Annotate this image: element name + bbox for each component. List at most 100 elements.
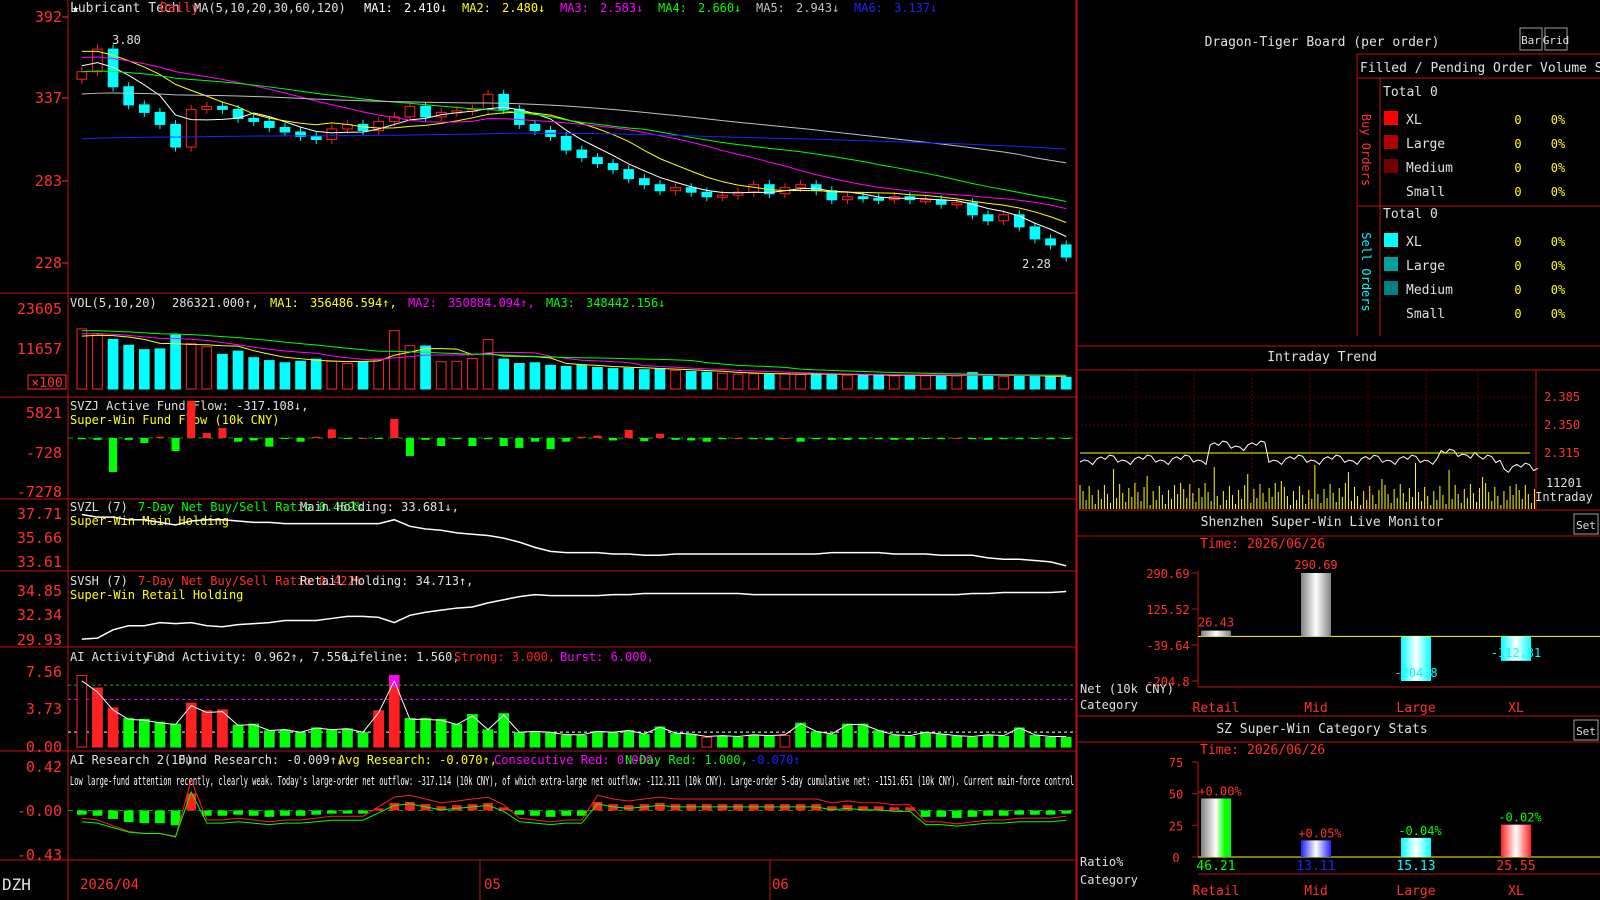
ai-active-bar (951, 736, 963, 748)
svzj-bar (812, 437, 821, 440)
svsh-axis-label: 29.93 (17, 631, 62, 649)
sell-row-pct: 0% (1551, 283, 1566, 297)
vol-bar (263, 360, 275, 390)
sell-orders-label: Sell Orders (1359, 232, 1373, 311)
vol-bar (623, 367, 635, 390)
svzj-bar (577, 436, 586, 438)
svzl-name: SVZL (7) (70, 500, 128, 514)
vol-bar (232, 350, 244, 390)
bar-mode-label[interactable]: Bar (1521, 34, 1541, 47)
svzj-bar (202, 433, 211, 438)
svzj-bar (655, 433, 664, 438)
buy-row-count: 0 (1514, 185, 1521, 199)
svzj-bar (452, 437, 461, 440)
svzj-bar (234, 437, 243, 442)
category-change-label: -0.02% (1498, 811, 1542, 825)
buy-row-label: Large (1406, 137, 1445, 152)
vol-bar (138, 349, 150, 390)
monitor-bar-label: -112.31 (1491, 646, 1542, 660)
buy-color-swatch (1384, 159, 1398, 173)
monitor-bar (1201, 630, 1231, 637)
category-bar (1401, 837, 1431, 857)
svzj-bar (374, 437, 383, 439)
grid-mode-label[interactable]: Grid (1543, 34, 1570, 47)
ai-active-bar (998, 736, 1010, 748)
vol-ma2-label: MA2: (408, 296, 437, 310)
vol-bar (498, 358, 510, 390)
sell-row-count: 0 (1514, 283, 1521, 297)
svzj-bar (124, 437, 133, 440)
ai-research-bar (920, 810, 931, 817)
ai-research-bar (326, 810, 337, 814)
brand-logo[interactable]: DZH (2, 875, 31, 894)
candle-body (123, 86, 135, 106)
svzj-bar (734, 437, 743, 439)
monitor-settings-label[interactable]: Set (1576, 519, 1596, 532)
vol-bar (310, 358, 322, 390)
candle-body (607, 163, 619, 171)
monitor-category-label: Mid (1304, 701, 1327, 716)
svzj-bar (905, 437, 914, 440)
category-name-label: Large (1396, 884, 1435, 899)
ai-research-bar (655, 803, 665, 811)
ai-research-bar (311, 810, 322, 815)
category-name-label: XL (1508, 884, 1524, 899)
svzj-bar (218, 428, 227, 438)
candle-body (310, 135, 322, 141)
ai-research-bar (405, 802, 415, 811)
price-axis-label: 228 (35, 254, 62, 272)
svzj-bar (874, 437, 883, 440)
candle-body (717, 194, 728, 198)
ai-active-fund: Fund Activity: 0.962↑, 7.556, (146, 650, 356, 664)
ai-research-bar (108, 810, 118, 819)
vol-bar (1045, 376, 1056, 390)
monitor-title: Shenzhen Super-Win Live Monitor (1201, 515, 1444, 530)
ma2-line (81, 50, 1067, 223)
svzj-bar (702, 437, 711, 442)
ai-research-commentary: Low large-fund attention recently, clear… (70, 774, 1074, 788)
category-settings-label[interactable]: Set (1576, 725, 1596, 738)
intraday-price-tick: 2.385 (1544, 390, 1580, 404)
ai-research-avg: Avg Research: -0.070↑, (338, 753, 497, 767)
ai-active-axis-label: 7.56 (26, 663, 62, 681)
category-change-label: +0.05% (1298, 826, 1342, 840)
monitor-bar-label: 290.69 (1294, 558, 1337, 572)
svzj-bar (593, 435, 602, 438)
ai-research-axis-label: -0.43 (17, 846, 62, 864)
candle-body (560, 135, 572, 151)
svzj-bar (718, 437, 727, 440)
svzj-subtitle: Super-Win Fund Flow (10k CNY) (70, 413, 280, 427)
date-tick-label: 06 (772, 877, 789, 893)
intraday-vol-tick: 11201 (1546, 476, 1582, 490)
vol-bar (248, 357, 260, 390)
vol-bar (529, 362, 541, 390)
ai-active-bar (279, 729, 291, 748)
sell-row-label: Medium (1406, 283, 1453, 298)
vol-bar (810, 372, 822, 390)
buy-row-count: 0 (1514, 113, 1521, 127)
category-value-label: 25.55 (1496, 859, 1535, 874)
ai-research-bar (983, 810, 993, 816)
svzj-axis-label: -728 (26, 444, 62, 462)
svzl-axis-label: 33.61 (17, 553, 62, 571)
vol-ma3-value: 348442.156↓ (586, 296, 665, 310)
svzj-bar (296, 437, 305, 442)
ai-research-bar (76, 810, 87, 815)
svzj-bar (827, 437, 836, 440)
ai-active-bar (357, 732, 369, 748)
candle-body (654, 184, 666, 192)
candle-body (1045, 238, 1056, 246)
sell-color-swatch (1384, 281, 1398, 295)
vol-bar (717, 372, 728, 390)
svzl-axis-label: 37.71 (17, 505, 62, 523)
vol-bar (545, 364, 556, 390)
svzj-bar (109, 437, 118, 473)
buy-row-label: Small (1406, 185, 1445, 200)
monitor-bar (1301, 573, 1331, 637)
vol-bar (654, 368, 666, 390)
svsh-holding: Retail Holding: 34.713↑, (300, 574, 473, 588)
ai-active-bar (592, 731, 603, 748)
buy-orders-label: Buy Orders (1359, 114, 1373, 186)
ai-research-bar (1061, 810, 1072, 814)
buy-row-pct: 0% (1551, 113, 1566, 127)
